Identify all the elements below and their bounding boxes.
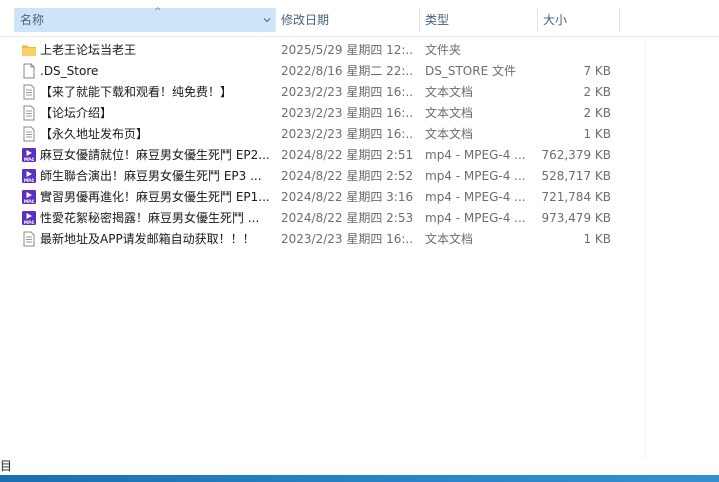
taskbar-strip (0, 475, 719, 482)
file-date: 2024/8/22 星期四 2:51 (281, 148, 413, 162)
file-name: 【永久地址发布页】 (40, 127, 149, 141)
file-type: mp4 - MPEG-4 ... (425, 190, 526, 204)
column-header-date-label: 修改日期 (281, 13, 330, 27)
file-row[interactable]: MP4 實習男優再進化！麻豆男女優生死鬥 EP1... 2024/8/22 星期… (0, 187, 630, 208)
file-date: 2024/8/22 星期四 2:53 (281, 211, 413, 225)
file-type: 文本文档 (425, 127, 474, 141)
text-document-icon (23, 84, 35, 100)
file-name: 師生聯合演出！麻豆男女優生死鬥 EP3 ... (40, 169, 262, 183)
file-date: 2022/8/16 星期二 22:... (281, 64, 413, 78)
video-mp4-icon: MP4 (22, 169, 36, 183)
file-name: 性愛花絮秘密揭露！麻豆男女優生死鬥 ... (40, 211, 260, 225)
text-document-icon (23, 105, 35, 121)
status-bar-text: 目 (0, 459, 13, 473)
file-name: 實習男優再進化！麻豆男女優生死鬥 EP1... (40, 190, 270, 204)
video-mp4-icon: MP4 (22, 211, 36, 225)
file-date: 2024/8/22 星期四 3:16 (281, 190, 413, 204)
file-explorer-window: 名称 ^ 修改日期 类型 大小 上老王论坛当老王 2025/5/29 星期四 1… (0, 0, 719, 482)
file-size: 1 KB (583, 232, 611, 246)
file-name: 【论坛介绍】 (40, 106, 113, 120)
file-type: 文件夹 (425, 43, 462, 57)
file-list: 上老王论坛当老王 2025/5/29 星期四 12:... 文件夹 .DS_St… (0, 40, 719, 250)
file-row[interactable]: 【论坛介绍】 2023/2/23 星期四 16:... 文本文档 2 KB (0, 103, 630, 124)
file-type: mp4 - MPEG-4 ... (425, 211, 526, 225)
chevron-down-icon[interactable] (262, 15, 272, 25)
column-header-date[interactable]: 修改日期 (275, 8, 419, 32)
file-type: mp4 - MPEG-4 ... (425, 169, 526, 183)
file-row[interactable]: MP4 性愛花絮秘密揭露！麻豆男女優生死鬥 ... 2024/8/22 星期四 … (0, 208, 630, 229)
file-size: 762,379 KB (541, 148, 611, 162)
file-size: 7 KB (583, 64, 611, 78)
file-type: 文本文档 (425, 106, 474, 120)
column-header-bar: 名称 ^ 修改日期 类型 大小 (0, 0, 719, 37)
column-header-size-label: 大小 (543, 13, 568, 27)
svg-text:MP4: MP4 (24, 157, 34, 162)
svg-text:MP4: MP4 (24, 178, 34, 183)
video-mp4-icon: MP4 (22, 148, 36, 162)
file-type: 文本文档 (425, 232, 474, 246)
file-size: 2 KB (583, 85, 611, 99)
file-name: 【来了就能下载和观看！纯免费！】 (40, 85, 233, 99)
file-name: .DS_Store (40, 64, 99, 78)
file-name: 麻豆女優請就位！麻豆男女優生死鬥 EP2... (40, 148, 270, 162)
file-row[interactable]: MP4 師生聯合演出！麻豆男女優生死鬥 EP3 ... 2024/8/22 星期… (0, 166, 630, 187)
text-document-icon (23, 126, 35, 142)
file-icon (23, 63, 35, 79)
column-header-type-label: 类型 (425, 13, 450, 27)
file-date: 2025/5/29 星期四 12:... (281, 43, 413, 57)
file-type: mp4 - MPEG-4 ... (425, 148, 526, 162)
file-date: 2023/2/23 星期四 16:... (281, 85, 413, 99)
svg-text:MP4: MP4 (24, 220, 34, 225)
column-header-name-label: 名称 (20, 13, 45, 27)
sort-ascending-icon: ^ (154, 7, 162, 17)
column-header-size[interactable]: 大小 (537, 8, 619, 32)
file-size (540, 40, 611, 61)
file-date: 2023/2/23 星期四 16:... (281, 127, 413, 141)
file-size: 973,479 KB (541, 211, 611, 225)
file-type: DS_STORE 文件 (425, 64, 516, 78)
file-row[interactable]: 上老王论坛当老王 2025/5/29 星期四 12:... 文件夹 (0, 40, 630, 61)
file-row[interactable]: 【来了就能下载和观看！纯免费！】 2023/2/23 星期四 16:... 文本… (0, 82, 630, 103)
column-header-name[interactable]: 名称 ^ (14, 8, 275, 32)
file-type: 文本文档 (425, 85, 474, 99)
column-separator[interactable] (619, 8, 620, 32)
folder-icon (22, 45, 36, 56)
file-name: 上老王论坛当老王 (40, 43, 137, 57)
file-row[interactable]: 【永久地址发布页】 2023/2/23 星期四 16:... 文本文档 1 KB (0, 124, 630, 145)
file-size: 1 KB (583, 127, 611, 141)
file-date: 2023/2/23 星期四 16:... (281, 232, 413, 246)
svg-text:MP4: MP4 (24, 199, 34, 204)
file-size: 528,717 KB (541, 169, 611, 183)
video-mp4-icon: MP4 (22, 190, 36, 204)
column-header-type[interactable]: 类型 (419, 8, 537, 32)
file-date: 2024/8/22 星期四 2:52 (281, 169, 413, 183)
file-row[interactable]: 最新地址及APP请发邮箱自动获取！！！ 2023/2/23 星期四 16:...… (0, 229, 630, 250)
file-name: 最新地址及APP请发邮箱自动获取！！！ (40, 232, 255, 246)
file-size: 2 KB (583, 106, 611, 120)
text-document-icon (23, 231, 35, 247)
file-size: 721,784 KB (541, 190, 611, 204)
file-row[interactable]: .DS_Store 2022/8/16 星期二 22:... DS_STORE … (0, 61, 630, 82)
file-date: 2023/2/23 星期四 16:... (281, 106, 413, 120)
file-row[interactable]: MP4 麻豆女優請就位！麻豆男女優生死鬥 EP2... 2024/8/22 星期… (0, 145, 630, 166)
